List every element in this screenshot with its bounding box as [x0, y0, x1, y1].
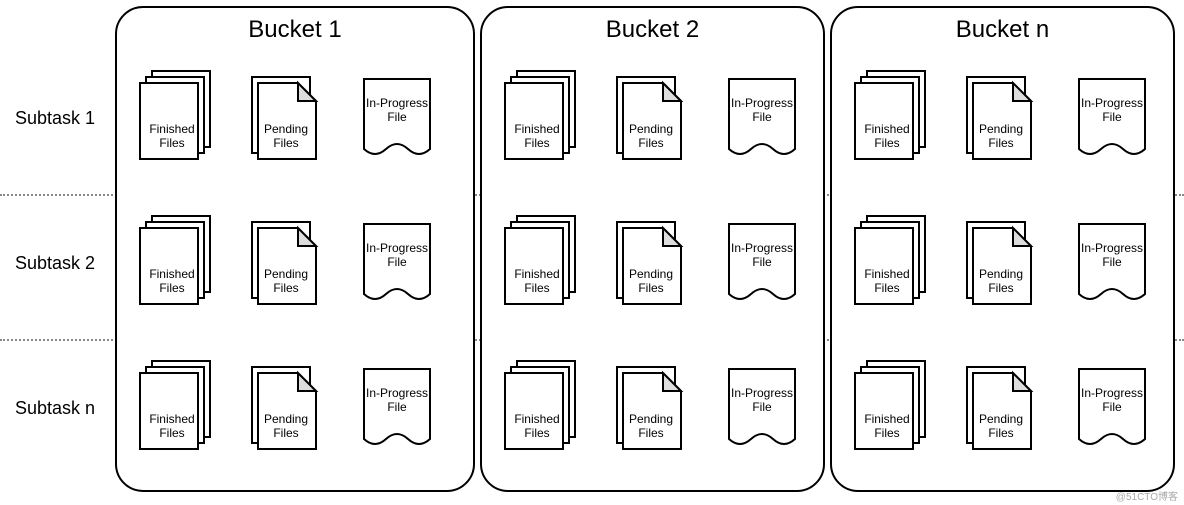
svg-text:File: File: [752, 110, 772, 124]
svg-text:Files: Files: [159, 426, 184, 440]
svg-text:Finished: Finished: [864, 122, 909, 136]
svg-text:File: File: [1102, 110, 1122, 124]
svg-text:Files: Files: [273, 136, 298, 150]
finished-files-icon: FinishedFiles: [140, 71, 210, 159]
pending-files-icon: PendingFiles: [617, 77, 681, 159]
svg-text:In-Progress: In-Progress: [1081, 241, 1143, 255]
cell-b2-r1: FinishedFilesPendingFilesIn-ProgressFile: [485, 55, 835, 175]
svg-text:File: File: [752, 255, 772, 269]
svg-text:In-Progress: In-Progress: [1081, 386, 1143, 400]
pending-files-icon: PendingFiles: [967, 367, 1031, 449]
cell-bn-r3: FinishedFilesPendingFilesIn-ProgressFile: [835, 345, 1184, 465]
finished-files-icon: FinishedFiles: [505, 361, 575, 449]
svg-text:Pending: Pending: [979, 412, 1023, 426]
svg-text:Finished: Finished: [149, 412, 194, 426]
finished-files-icon: FinishedFiles: [505, 71, 575, 159]
svg-text:Pending: Pending: [979, 267, 1023, 281]
svg-text:File: File: [387, 255, 407, 269]
cell-b2-r3: FinishedFilesPendingFilesIn-ProgressFile: [485, 345, 835, 465]
svg-text:Files: Files: [273, 426, 298, 440]
svg-text:File: File: [1102, 255, 1122, 269]
finished-files-icon: FinishedFiles: [855, 71, 925, 159]
svg-text:Finished: Finished: [149, 267, 194, 281]
in-progress-file-icon: In-ProgressFile: [364, 79, 430, 154]
svg-text:Files: Files: [524, 136, 549, 150]
in-progress-file-icon: In-ProgressFile: [729, 224, 795, 299]
finished-files-icon: FinishedFiles: [505, 216, 575, 304]
svg-text:Pending: Pending: [979, 122, 1023, 136]
svg-text:Finished: Finished: [149, 122, 194, 136]
pending-files-icon: PendingFiles: [967, 77, 1031, 159]
cell-b2-r2: FinishedFilesPendingFilesIn-ProgressFile: [485, 200, 835, 320]
svg-text:Pending: Pending: [629, 412, 673, 426]
row-label-2: Subtask 2: [0, 253, 110, 274]
svg-text:Finished: Finished: [864, 412, 909, 426]
bucket-title-2: Bucket 2: [482, 16, 823, 44]
svg-text:Pending: Pending: [629, 267, 673, 281]
svg-text:Pending: Pending: [264, 122, 308, 136]
svg-text:Files: Files: [524, 281, 549, 295]
svg-text:In-Progress: In-Progress: [1081, 96, 1143, 110]
svg-text:Finished: Finished: [514, 412, 559, 426]
watermark: @51CTO博客: [1116, 488, 1178, 503]
bucket-title-n: Bucket n: [832, 16, 1173, 44]
cell-b1-r1: FinishedFilesPendingFilesIn-ProgressFile: [120, 55, 470, 175]
svg-text:In-Progress: In-Progress: [366, 96, 428, 110]
in-progress-file-icon: In-ProgressFile: [364, 369, 430, 444]
svg-text:Files: Files: [874, 136, 899, 150]
pending-files-icon: PendingFiles: [252, 77, 316, 159]
svg-text:Finished: Finished: [864, 267, 909, 281]
svg-text:Files: Files: [638, 136, 663, 150]
pending-files-icon: PendingFiles: [967, 222, 1031, 304]
cell-b1-r2: FinishedFilesPendingFilesIn-ProgressFile: [120, 200, 470, 320]
svg-text:Pending: Pending: [264, 412, 308, 426]
in-progress-file-icon: In-ProgressFile: [1079, 79, 1145, 154]
in-progress-file-icon: In-ProgressFile: [729, 369, 795, 444]
in-progress-file-icon: In-ProgressFile: [364, 224, 430, 299]
pending-files-icon: PendingFiles: [617, 222, 681, 304]
cell-b1-r3: FinishedFilesPendingFilesIn-ProgressFile: [120, 345, 470, 465]
svg-text:In-Progress: In-Progress: [731, 96, 793, 110]
row-label-3: Subtask n: [0, 398, 110, 419]
finished-files-icon: FinishedFiles: [140, 216, 210, 304]
in-progress-file-icon: In-ProgressFile: [1079, 369, 1145, 444]
svg-text:Files: Files: [988, 281, 1013, 295]
svg-text:File: File: [752, 400, 772, 414]
diagram-stage: Subtask 1 Subtask 2 Subtask n Bucket 1 B…: [0, 0, 1184, 505]
svg-text:Files: Files: [638, 426, 663, 440]
pending-files-icon: PendingFiles: [617, 367, 681, 449]
svg-text:Files: Files: [874, 281, 899, 295]
in-progress-file-icon: In-ProgressFile: [1079, 224, 1145, 299]
svg-text:In-Progress: In-Progress: [731, 386, 793, 400]
svg-text:Finished: Finished: [514, 267, 559, 281]
svg-text:Pending: Pending: [264, 267, 308, 281]
svg-text:Files: Files: [159, 136, 184, 150]
svg-text:File: File: [1102, 400, 1122, 414]
svg-text:Finished: Finished: [514, 122, 559, 136]
svg-text:Files: Files: [874, 426, 899, 440]
svg-text:In-Progress: In-Progress: [366, 386, 428, 400]
pending-files-icon: PendingFiles: [252, 222, 316, 304]
svg-text:In-Progress: In-Progress: [731, 241, 793, 255]
finished-files-icon: FinishedFiles: [855, 216, 925, 304]
cell-bn-r1: FinishedFilesPendingFilesIn-ProgressFile: [835, 55, 1184, 175]
finished-files-icon: FinishedFiles: [855, 361, 925, 449]
pending-files-icon: PendingFiles: [252, 367, 316, 449]
svg-text:Files: Files: [988, 426, 1013, 440]
svg-text:Files: Files: [273, 281, 298, 295]
row-label-1: Subtask 1: [0, 108, 110, 129]
bucket-title-1: Bucket 1: [117, 16, 473, 44]
svg-text:Files: Files: [524, 426, 549, 440]
finished-files-icon: FinishedFiles: [140, 361, 210, 449]
svg-text:Pending: Pending: [629, 122, 673, 136]
svg-text:File: File: [387, 110, 407, 124]
in-progress-file-icon: In-ProgressFile: [729, 79, 795, 154]
svg-text:Files: Files: [638, 281, 663, 295]
cell-bn-r2: FinishedFilesPendingFilesIn-ProgressFile: [835, 200, 1184, 320]
svg-text:In-Progress: In-Progress: [366, 241, 428, 255]
svg-text:Files: Files: [159, 281, 184, 295]
svg-text:File: File: [387, 400, 407, 414]
svg-text:Files: Files: [988, 136, 1013, 150]
